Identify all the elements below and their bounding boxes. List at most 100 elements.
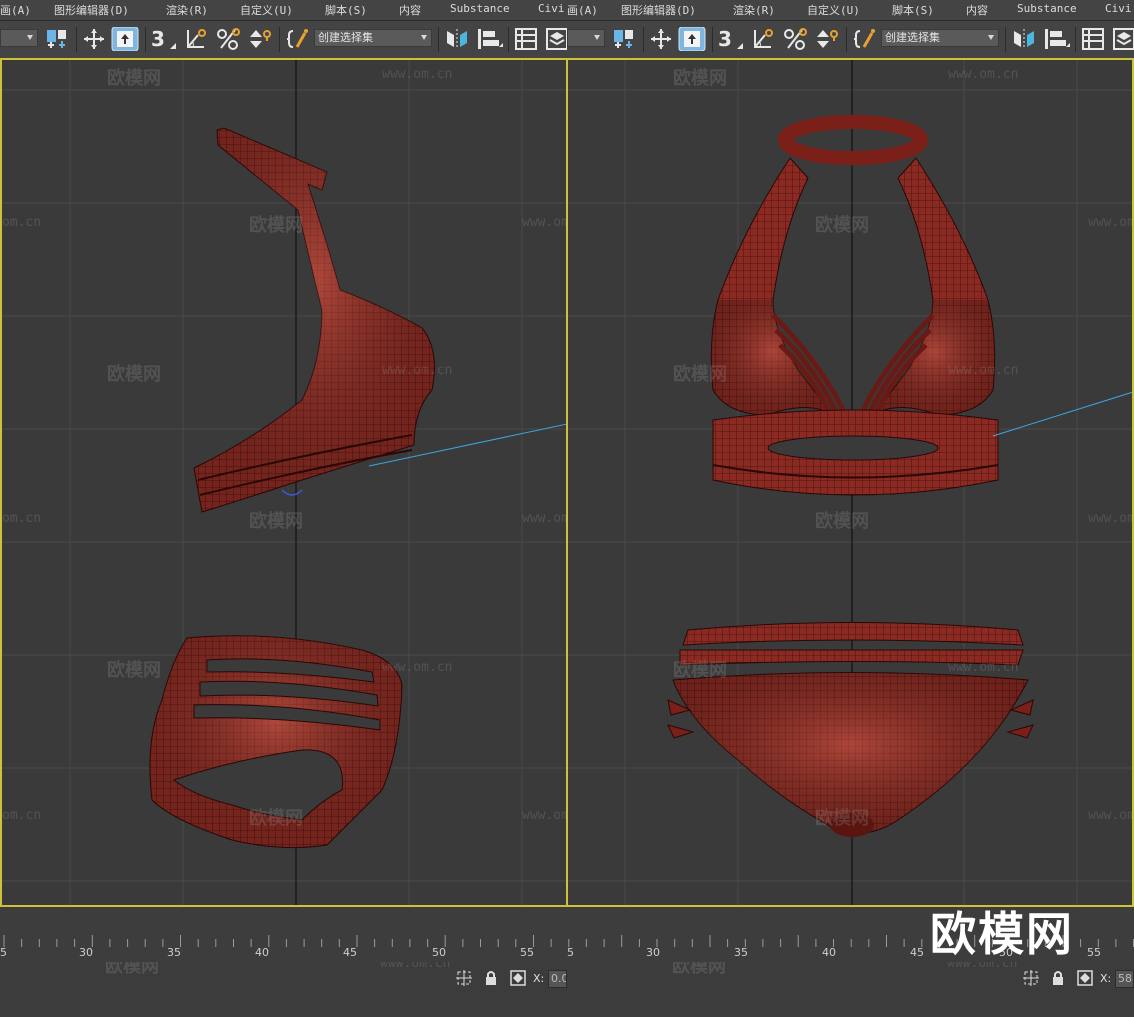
selection-filter-dropdown[interactable] xyxy=(0,29,38,47)
select-link-icon[interactable] xyxy=(611,27,637,51)
snap-flyout-icon[interactable] xyxy=(168,27,178,51)
toolbar-separator xyxy=(846,27,847,52)
absolute-mode-icon[interactable] xyxy=(1076,969,1094,987)
timeline-tick: 35 xyxy=(734,946,748,959)
menu-civil[interactable]: Civi xyxy=(1105,2,1132,15)
selection-lock-toggle-icon[interactable] xyxy=(455,969,473,987)
toolbar-separator xyxy=(1075,27,1076,52)
select-link-icon[interactable] xyxy=(44,27,70,51)
menu-rendering[interactable]: 渲染(R) xyxy=(166,2,208,18)
angle-snap-icon[interactable] xyxy=(184,27,208,51)
watermark-brand: 欧模网 xyxy=(673,68,727,89)
watermark-brand: 欧模网 xyxy=(105,962,159,977)
viewport-right-canvas[interactable] xyxy=(568,60,1133,907)
viewport-right[interactable]: 欧模网 www.om.cn 欧模网 www.om.cn 欧模网 www.om.c… xyxy=(567,58,1134,907)
menu-bar-right: 画(A) 图形编辑器(D) 渲染(R) 自定义(U) 脚本(S) 内容 Subs… xyxy=(567,0,1134,20)
spinner-snap-icon[interactable] xyxy=(246,27,272,51)
timeline-tick: 40 xyxy=(822,946,836,959)
viewport-left-canvas[interactable] xyxy=(2,60,567,907)
mirror-icon[interactable] xyxy=(444,27,470,51)
named-selection-dropdown[interactable]: 创建选择集 xyxy=(881,29,999,47)
watermark-url: www.om.cn xyxy=(382,660,453,675)
status-bar: X: 0.0 X: 58. 欧模网 www.om.cn 欧模网 www.om.c… xyxy=(0,962,1134,1017)
menu-customize[interactable]: 自定义(U) xyxy=(240,2,293,18)
watermark-url: www.om.cn xyxy=(948,660,1019,675)
named-selection-label: 创建选择集 xyxy=(318,31,373,44)
x-coordinate-field[interactable]: 58. xyxy=(1115,970,1134,988)
move-icon[interactable] xyxy=(648,27,674,51)
spinner-snap-icon[interactable] xyxy=(813,27,839,51)
menu-graph-editors[interactable]: 图形编辑器(D) xyxy=(54,2,129,18)
menu-scripting[interactable]: 脚本(S) xyxy=(892,2,934,18)
named-selection-dropdown[interactable]: 创建选择集 xyxy=(314,29,432,47)
watermark-url: www.om.cn xyxy=(1088,808,1134,823)
watermark-url: om.cn xyxy=(2,808,42,823)
menu-substance[interactable]: Substance xyxy=(1017,2,1077,15)
watermark-brand: 欧模网 xyxy=(249,511,303,532)
select-object-icon[interactable] xyxy=(678,27,706,51)
snap-3d-icon[interactable]: 3 xyxy=(151,26,165,52)
watermark-brand: 欧模网 xyxy=(815,215,869,236)
menu-animation[interactable]: 画(A) xyxy=(567,2,598,18)
percent-snap-icon[interactable] xyxy=(782,27,808,51)
menu-civil[interactable]: Civi xyxy=(538,2,565,15)
snap-flyout-icon[interactable] xyxy=(735,27,745,51)
watermark-brand: 欧模网 xyxy=(673,364,727,385)
scene-explorer-icon[interactable] xyxy=(514,27,538,51)
menu-content[interactable]: 内容 xyxy=(966,2,988,18)
percent-snap-icon[interactable] xyxy=(215,27,241,51)
timeline-tick: 40 xyxy=(255,946,269,959)
watermark-brand: 欧模网 xyxy=(672,962,726,977)
layer-icon[interactable] xyxy=(545,27,567,51)
bikini-top-side-mesh[interactable] xyxy=(193,127,435,513)
angle-snap-icon[interactable] xyxy=(751,27,775,51)
watermark-url: om.cn xyxy=(2,511,42,526)
watermark-url: www.om.cn xyxy=(522,215,566,230)
watermark-url: www.om.cn xyxy=(382,67,453,82)
align-icon[interactable] xyxy=(475,27,503,51)
named-selection-icon[interactable] xyxy=(852,27,878,51)
layer-icon[interactable] xyxy=(1112,27,1134,51)
mirror-icon[interactable] xyxy=(1011,27,1037,51)
watermark-brand: 欧模网 xyxy=(815,511,869,532)
timeline-tick: 5 xyxy=(567,946,574,959)
snap-3d-icon[interactable]: 3 xyxy=(718,26,732,52)
move-icon[interactable] xyxy=(81,27,107,51)
menu-rendering[interactable]: 渲染(R) xyxy=(733,2,775,18)
timeline-tick: 45 xyxy=(343,946,357,959)
x-coordinate-field[interactable]: 0.0 xyxy=(548,970,567,988)
lock-icon[interactable] xyxy=(1049,969,1067,987)
menu-animation[interactable]: 画(A) xyxy=(0,2,31,18)
timeline-tick: 55 xyxy=(1087,946,1101,959)
named-selection-icon[interactable] xyxy=(285,27,311,51)
watermark-brand: 欧模网 xyxy=(249,215,303,236)
selection-lock-toggle-icon[interactable] xyxy=(1022,969,1040,987)
absolute-mode-icon[interactable] xyxy=(509,969,527,987)
lock-icon[interactable] xyxy=(482,969,500,987)
watermark-brand: 欧模网 xyxy=(673,660,727,681)
watermark-brand: 欧模网 xyxy=(107,660,161,681)
watermark-brand: 欧模网 xyxy=(107,364,161,385)
bikini-top-front-mesh[interactable] xyxy=(710,115,999,496)
toolbar-separator xyxy=(145,27,146,52)
watermark-url: www.om.cn xyxy=(948,67,1019,82)
watermark-url: www.om.cn xyxy=(522,511,566,526)
menu-scripting[interactable]: 脚本(S) xyxy=(325,2,367,18)
toolbar-right: 3 创建选择集 xyxy=(567,21,1134,58)
menu-content[interactable]: 内容 xyxy=(399,2,421,18)
scene-explorer-icon[interactable] xyxy=(1081,27,1105,51)
chevron-down-icon xyxy=(421,35,427,40)
align-icon[interactable] xyxy=(1042,27,1070,51)
menu-customize[interactable]: 自定义(U) xyxy=(807,2,860,18)
select-object-icon[interactable] xyxy=(111,27,139,51)
menu-substance[interactable]: Substance xyxy=(450,2,510,15)
watermark-brand: 欧模网 xyxy=(815,808,869,829)
selection-filter-dropdown[interactable] xyxy=(567,29,605,47)
toolbar-separator xyxy=(508,27,509,52)
menu-graph-editors[interactable]: 图形编辑器(D) xyxy=(621,2,696,18)
viewport-left[interactable]: 欧模网 www.om.cn om.cn 欧模网 www.om.cn 欧模网 ww… xyxy=(0,58,567,907)
watermark-url: www.om.cn xyxy=(1088,511,1134,526)
toolbar-separator xyxy=(438,27,439,52)
chevron-down-icon xyxy=(594,35,600,40)
toolbar-separator xyxy=(712,27,713,52)
